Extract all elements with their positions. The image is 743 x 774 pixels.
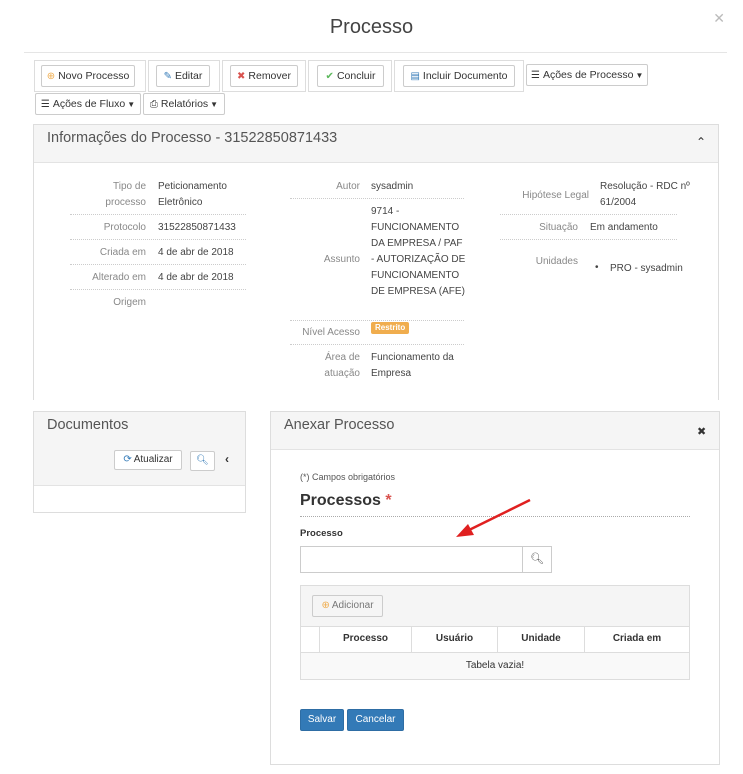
- remover-label: Remover: [248, 70, 291, 82]
- printer-icon: ⎙: [149, 99, 158, 110]
- plus-circle-icon: ⊕: [46, 71, 56, 82]
- processo-input-value: [301, 554, 307, 565]
- situacao-value: Em andamento: [590, 222, 658, 233]
- search-button[interactable]: 🔍︎: [190, 451, 215, 471]
- relatorios-dropdown[interactable]: ⎙ Relatórios ▼: [143, 93, 225, 115]
- criada-em-value: 4 de abr de 2018: [158, 247, 234, 258]
- page-title: Processo: [329, 16, 414, 38]
- atualizar-label: Atualizar: [133, 454, 173, 465]
- area-atuacao-label: Área de atuação: [324, 352, 360, 379]
- incluir-documento-button[interactable]: ▤ Incluir Documento: [403, 65, 515, 87]
- novo-processo-label: Novo Processo: [58, 70, 130, 82]
- documentos-title: Documentos: [47, 417, 129, 433]
- acoes-fluxo-label: Ações de Fluxo: [52, 98, 126, 110]
- list-icon: ☰: [531, 70, 540, 81]
- header-divider: [24, 52, 727, 53]
- protocolo-value: 31522850871433: [158, 222, 236, 233]
- chevron-left-icon[interactable]: ‹: [225, 452, 229, 466]
- concluir-label: Concluir: [336, 70, 376, 82]
- search-icon: 🔍︎: [196, 455, 209, 466]
- row-divider: [70, 289, 246, 290]
- processo-field-label: Processo: [300, 528, 343, 539]
- search-icon: 🔍︎: [530, 553, 544, 565]
- row-divider: [70, 239, 246, 240]
- atualizar-button[interactable]: ⟳ Atualizar: [114, 450, 182, 470]
- processo-search-button[interactable]: 🔍︎: [522, 546, 552, 573]
- anexar-processo-title: Anexar Processo: [284, 417, 395, 433]
- caret-down-icon: ▼: [210, 100, 219, 109]
- unidades-label: Unidades: [535, 256, 578, 267]
- situacao-label: Situação: [539, 222, 578, 233]
- close-icon[interactable]: ✕: [713, 10, 725, 27]
- row-divider: [500, 239, 677, 240]
- unidades-value: PRO - sysadmin: [610, 263, 683, 274]
- required-note-text: (*) Campos obrigatórios: [300, 472, 396, 482]
- th-criada-em[interactable]: Criada em: [585, 627, 689, 651]
- relatorios-label: Relatórios: [160, 98, 209, 110]
- table-empty-row: Tabela vazia!: [301, 652, 689, 679]
- editar-label: Editar: [174, 70, 203, 82]
- acoes-fluxo-dropdown[interactable]: ☰ Ações de Fluxo ▼: [35, 93, 141, 115]
- hipotese-legal-label: Hipótese Legal: [522, 190, 589, 201]
- check-icon: ✔: [325, 71, 334, 82]
- row-divider: [70, 264, 246, 265]
- autor-value: sysadmin: [371, 181, 414, 192]
- book-icon: ▤: [410, 71, 420, 82]
- origem-label: Origem: [113, 297, 146, 308]
- processo-input[interactable]: [300, 546, 523, 573]
- th-unidade[interactable]: Unidade: [498, 627, 584, 651]
- required-asterisk: *: [385, 492, 392, 509]
- caret-down-icon: ▼: [635, 71, 644, 80]
- row-divider: [290, 344, 464, 345]
- th-usuario[interactable]: Usuário: [412, 627, 497, 651]
- alterado-em-label: Alterado em: [92, 272, 146, 283]
- processos-section-title: Processos *: [300, 492, 392, 510]
- row-divider: [290, 320, 464, 321]
- salvar-button[interactable]: Salvar: [300, 709, 344, 731]
- th-processo[interactable]: Processo: [320, 627, 411, 651]
- required-note: (*) Campos obrigatórios: [300, 472, 395, 482]
- flow-icon: ☰: [40, 99, 50, 110]
- adicionar-label: Adicionar: [331, 600, 374, 611]
- protocolo-label: Protocolo: [103, 222, 146, 233]
- tipo-processo-value: Peticionamento Eletrônico: [158, 181, 227, 208]
- tipo-processo-label: Tipo de processo: [105, 181, 146, 208]
- novo-processo-button[interactable]: ⊕ Novo Processo: [41, 65, 135, 87]
- annotation-arrow-icon: [456, 498, 531, 537]
- assunto-value: 9714 - FUNCIONAMENTO DA EMPRESA / PAF - …: [371, 206, 466, 297]
- table-empty-text: Tabela vazia!: [465, 660, 525, 671]
- x-icon: ✖: [237, 71, 246, 82]
- plus-circle-icon: ⊕: [321, 600, 330, 611]
- processos-title-text: Processos: [300, 492, 381, 509]
- acoes-processo-label: Ações de Processo: [542, 69, 634, 81]
- area-atuacao-value: Funcionamento da Empresa: [371, 352, 454, 379]
- remover-button[interactable]: ✖ Remover: [230, 65, 298, 87]
- hipotese-legal-value: Resolução - RDC nº 61/2004: [600, 181, 690, 208]
- adicionar-button[interactable]: ⊕ Adicionar: [312, 595, 383, 617]
- autor-label: Autor: [336, 181, 360, 192]
- caret-down-icon: ▼: [127, 100, 136, 109]
- close-icon[interactable]: ✖: [697, 425, 706, 438]
- alterado-em-value: 4 de abr de 2018: [158, 272, 234, 283]
- editar-button[interactable]: ✎ Editar: [156, 65, 210, 87]
- row-divider: [500, 214, 677, 215]
- acoes-processo-dropdown[interactable]: ☰ Ações de Processo ▼: [526, 64, 648, 86]
- bullet-icon: •: [595, 262, 599, 273]
- pencil-icon: ✎: [163, 71, 172, 82]
- assunto-label: Assunto: [323, 254, 360, 265]
- concluir-button[interactable]: ✔ Concluir: [317, 65, 384, 87]
- info-panel-title: Informações do Processo - 31522850871433: [47, 130, 338, 146]
- cancelar-button[interactable]: Cancelar: [347, 709, 404, 731]
- criada-em-label: Criada em: [99, 247, 146, 258]
- row-divider: [70, 214, 246, 215]
- restrito-badge: Restrito: [371, 322, 410, 334]
- nivel-acesso-label: Nível Acesso: [302, 327, 360, 338]
- row-divider: [290, 198, 464, 199]
- refresh-icon: ⟳: [123, 454, 132, 465]
- incluir-documento-label: Incluir Documento: [422, 70, 508, 82]
- chevron-up-icon[interactable]: ⌃: [696, 135, 706, 149]
